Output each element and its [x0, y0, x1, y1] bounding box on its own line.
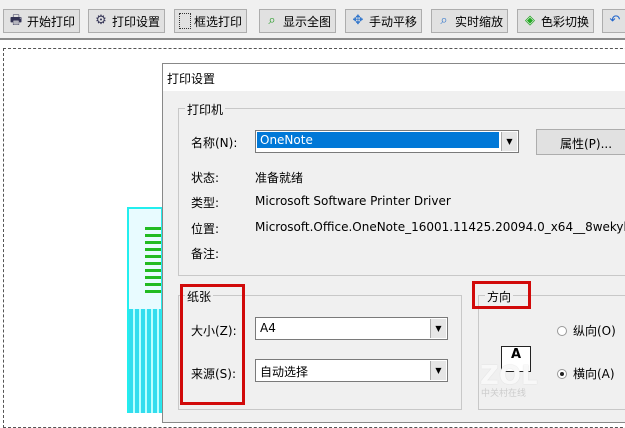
realtime-zoom-button[interactable]: ⌕ 实时缩放 [431, 9, 509, 33]
landscape-radio[interactable]: 横向(A) [557, 365, 615, 382]
print-settings-button[interactable]: ⚙ 打印设置 [88, 9, 166, 33]
printer-group: 打印机 名称(N): OneNote ▼ 属性(P)... 状态: 准备就绪 类型… [178, 101, 625, 276]
start-print-button[interactable]: 🖶 开始打印 [3, 9, 81, 33]
show-full-button[interactable]: ⌕ 显示全图 [259, 9, 337, 33]
highlight-box-orientation [472, 281, 531, 309]
color-icon: ◈ [525, 13, 535, 28]
watermark-sub: 中关村在线 [481, 389, 527, 399]
color-switch-button[interactable]: ◈ 色彩切换 [517, 9, 595, 33]
drawing-preview [127, 207, 163, 413]
portrait-radio[interactable]: 纵向(O) [557, 322, 616, 339]
paper-size-select[interactable]: A4 ▼ [255, 317, 448, 340]
printer-name-select[interactable]: OneNote ▼ [255, 130, 519, 153]
status-value: 准备就绪 [255, 171, 304, 185]
chevron-down-icon: ▼ [430, 319, 446, 338]
pan-button[interactable]: ✥ 手动平移 [345, 9, 423, 33]
undo-button[interactable]: ↶ [602, 9, 625, 33]
print-settings-dialog: 打印设置 打印机 名称(N): OneNote ▼ 属性(P)... 状态: 准备… [162, 63, 625, 423]
zoom-fit-icon: ⌕ [268, 13, 276, 28]
paper-source-select[interactable]: 自动选择 ▼ [255, 359, 448, 382]
undo-icon: ↶ [609, 13, 621, 28]
chevron-down-icon: ▼ [430, 361, 446, 380]
properties-button[interactable]: 属性(P)... [536, 129, 625, 155]
dialog-title: 打印设置 [163, 64, 625, 91]
pan-icon: ✥ [352, 13, 364, 28]
printer-icon: 🖶 [9, 13, 23, 28]
selection-icon [179, 13, 191, 29]
location-value: Microsoft.Office.OneNote_16001.11425.200… [255, 220, 625, 234]
selection-print-button[interactable]: 框选打印 [174, 9, 248, 33]
type-value: Microsoft Software Printer Driver [255, 194, 451, 208]
chevron-down-icon: ▼ [501, 132, 517, 151]
toolbar: 🖶 开始打印 ⚙ 打印设置 框选打印 ⌕ 显示全图 ✥ 手动平移 ⌕ 实时缩放 ◈ 色彩切换… [0, 0, 625, 40]
zoom-icon: ⌕ [440, 13, 448, 28]
highlight-box-paper [180, 284, 245, 405]
print-settings-icon: ⚙ [95, 13, 107, 28]
